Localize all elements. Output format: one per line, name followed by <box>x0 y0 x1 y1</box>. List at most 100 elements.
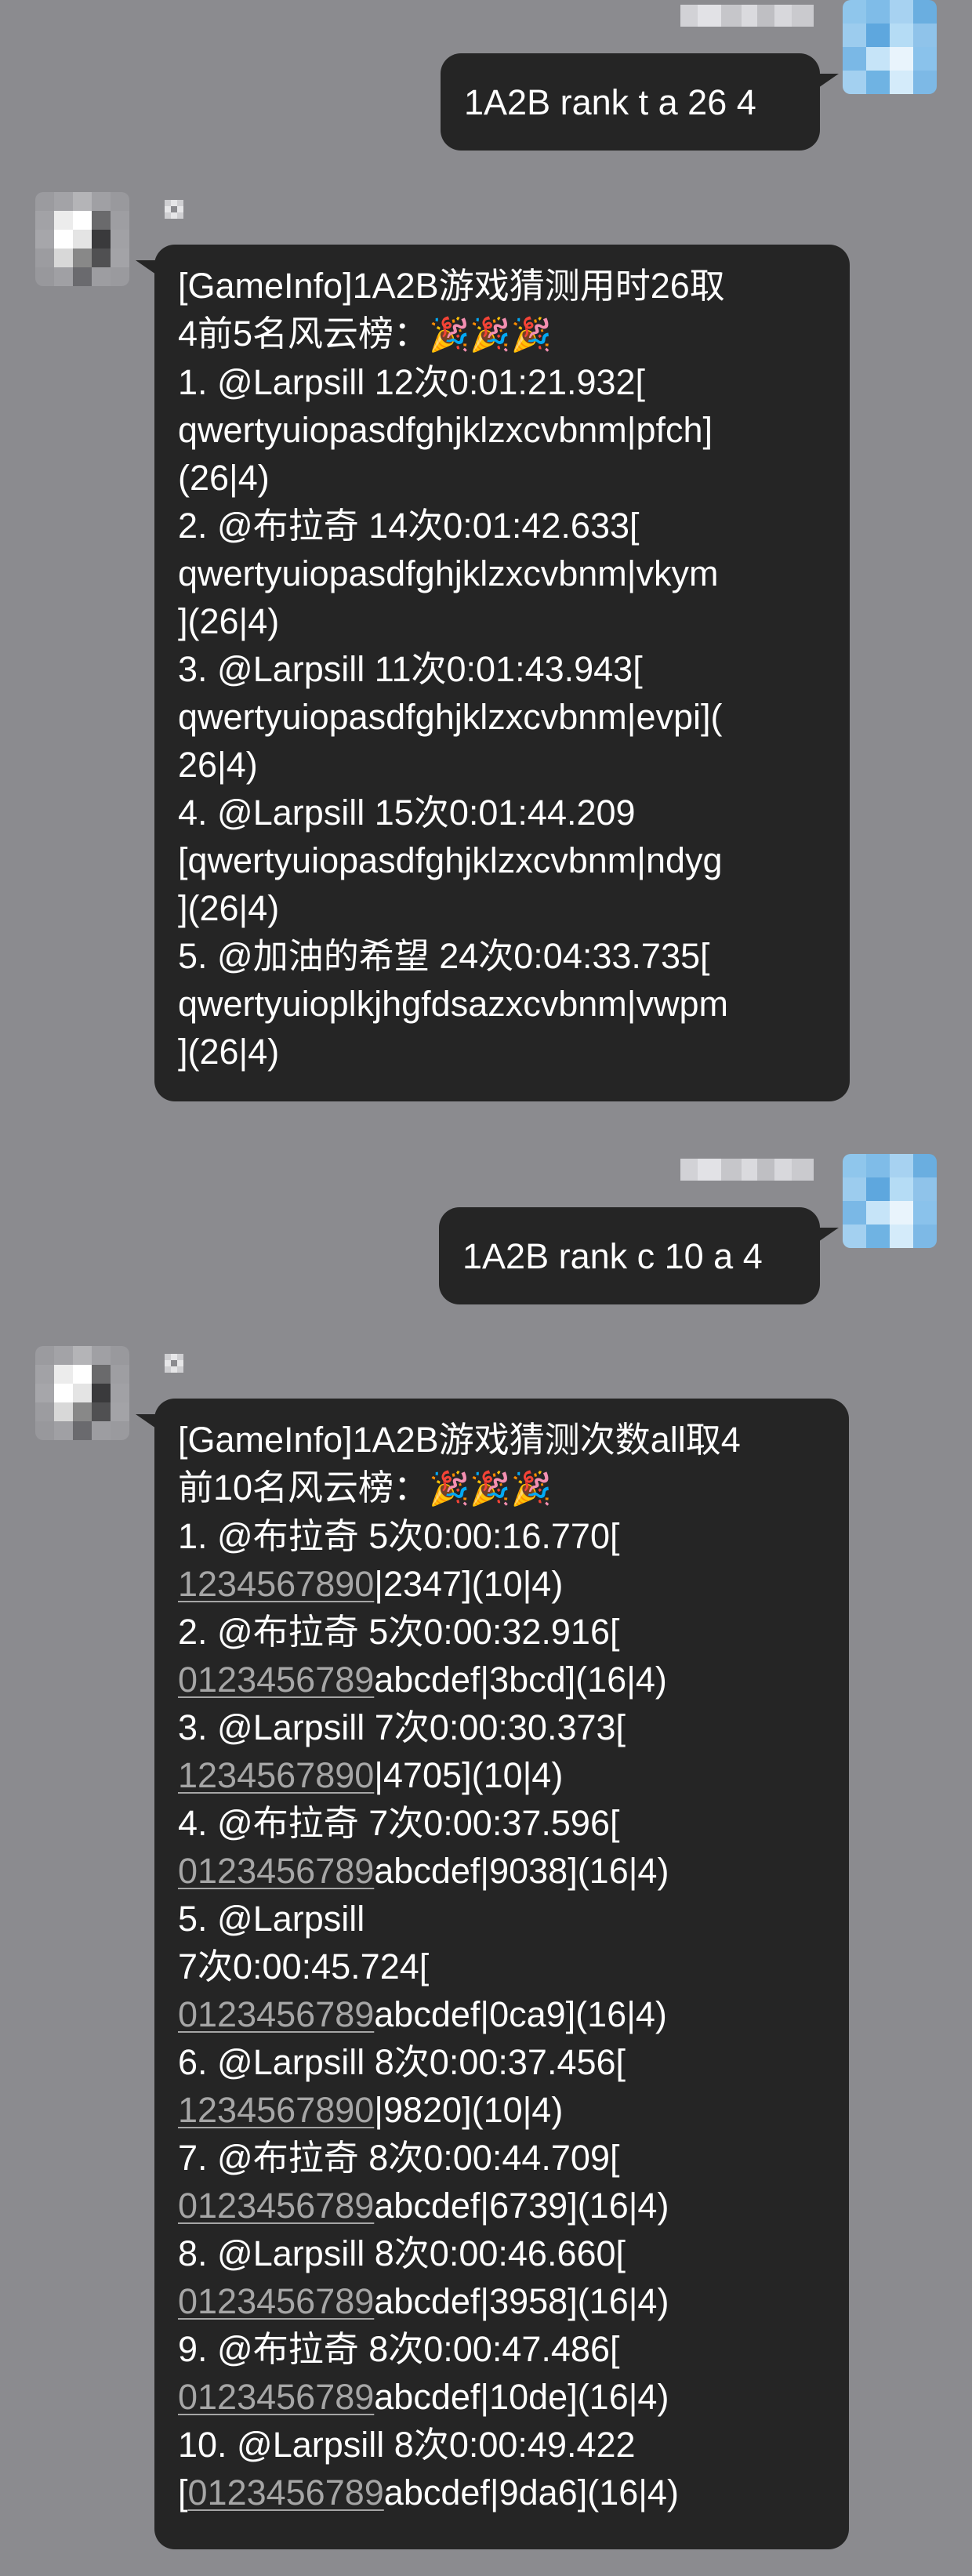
message-line: 0123456789abcdef|6739](16|4) <box>178 2182 825 2230</box>
message-line: 7次0:00:45.724[ <box>178 1943 825 1990</box>
message-line: (26|4) <box>178 454 826 502</box>
number-link[interactable]: 0123456789 <box>178 1660 374 1700</box>
user-avatar[interactable] <box>843 1154 937 1248</box>
message-text: 前10名风云榜： <box>178 1468 430 1508</box>
number-link[interactable]: 0123456789 <box>178 1851 374 1891</box>
message-text: |2347](10|4) <box>374 1564 564 1604</box>
message-line: 9. @布拉奇 8次0:00:47.486[ <box>178 2325 825 2373</box>
message-line: [GameInfo]1A2B游戏猜测用时26取 <box>178 262 826 310</box>
message-line: 0123456789abcdef|3958](16|4) <box>178 2277 825 2325</box>
sender-name-blurred <box>680 5 814 27</box>
message-line: 前10名风云榜：🎉🎉🎉 <box>178 1464 825 1512</box>
message-text: abcdef|9038](16|4) <box>374 1851 669 1891</box>
message-text: abcdef|10de](16|4) <box>374 2377 669 2417</box>
message-text: qwertyuiopasdfghjklzxcvbnm|pfch] <box>178 410 713 450</box>
message-text: [GameInfo]1A2B游戏猜测次数all取4 <box>178 1420 741 1460</box>
message-line: 0123456789abcdef|3bcd](16|4) <box>178 1656 825 1703</box>
number-link[interactable]: 0123456789 <box>178 2377 374 2417</box>
message-bubble-outgoing[interactable]: 1A2B rank t a 26 4 <box>441 53 820 151</box>
message-text: qwertyuiopasdfghjklzxcvbnm|vkym <box>178 553 719 593</box>
message-line: 5. @加油的希望 24次0:04:33.735[ <box>178 932 826 980</box>
message-text: 1A2B rank t a 26 4 <box>464 82 756 122</box>
message-text: 1. @布拉奇 5次0:00:16.770[ <box>178 1516 620 1556</box>
message-line: 4. @布拉奇 7次0:00:37.596[ <box>178 1799 825 1847</box>
message-text: 1A2B rank c 10 a 4 <box>462 1235 763 1276</box>
message-line: 4. @Larpsill 15次0:01:44.209 <box>178 789 826 836</box>
message-text: 7. @布拉奇 8次0:00:44.709[ <box>178 2138 620 2178</box>
message-text: 8. @Larpsill 8次0:00:46.660[ <box>178 2233 626 2273</box>
party-popper-icon: 🎉🎉🎉 <box>429 316 552 353</box>
message-text: ](26|4) <box>178 1032 280 1072</box>
message-text: qwertyuiopasdfghjklzxcvbnm|evpi]( <box>178 697 723 737</box>
message-line: qwertyuioplkjhgfdsazxcvbnm|vwpm <box>178 980 826 1028</box>
message-line: qwertyuiopasdfghjklzxcvbnm|pfch] <box>178 406 826 454</box>
message-line: qwertyuiopasdfghjklzxcvbnm|vkym <box>178 550 826 597</box>
message-text: 4. @布拉奇 7次0:00:37.596[ <box>178 1803 620 1843</box>
message-text: |4705](10|4) <box>374 1755 564 1795</box>
message-line: ](26|4) <box>178 1028 826 1076</box>
number-link[interactable]: 1234567890 <box>178 1564 374 1604</box>
contact-avatar[interactable] <box>35 192 129 286</box>
message-text: 2. @布拉奇 5次0:00:32.916[ <box>178 1612 620 1652</box>
message-line: 26|4) <box>178 741 826 789</box>
message-text: 26|4) <box>178 745 258 785</box>
bubble-tail <box>136 1414 156 1428</box>
sender-name-blurred <box>680 1159 814 1181</box>
message-text: 10. @Larpsill 8次0:00:49.422 <box>178 2425 636 2465</box>
number-link[interactable]: 0123456789 <box>178 2281 374 2321</box>
contact-avatar[interactable] <box>35 1346 129 1440</box>
message-line: 6. @Larpsill 8次0:00:37.456[ <box>178 2038 825 2086</box>
number-link[interactable]: 0123456789 <box>188 2473 384 2513</box>
message-line: 3. @Larpsill 11次0:01:43.943[ <box>178 645 826 693</box>
message-line: 1234567890|9820](10|4) <box>178 2086 825 2134</box>
message-line: 5. @Larpsill <box>178 1895 825 1943</box>
message-line: 0123456789abcdef|10de](16|4) <box>178 2373 825 2421</box>
message-text: abcdef|3958](16|4) <box>374 2281 669 2321</box>
message-line: 1. @布拉奇 5次0:00:16.770[ <box>178 1512 825 1560</box>
party-popper-icon: 🎉🎉🎉 <box>429 1470 552 1507</box>
message-text: abcdef|3bcd](16|4) <box>374 1660 667 1700</box>
bubble-tail <box>818 1228 839 1242</box>
user-avatar[interactable] <box>843 0 937 94</box>
message-line: ](26|4) <box>178 884 826 932</box>
message-line: 1234567890|4705](10|4) <box>178 1751 825 1799</box>
message-text: [GameInfo]1A2B游戏猜测用时26取 <box>178 266 725 306</box>
message-text: 3. @Larpsill 7次0:00:30.373[ <box>178 1707 626 1747</box>
message-line: 2. @布拉奇 5次0:00:32.916[ <box>178 1608 825 1656</box>
message-text: 4前5名风云榜： <box>178 314 430 354</box>
message-bubble-incoming[interactable]: [GameInfo]1A2B游戏猜测用时26取 4前5名风云榜：🎉🎉🎉 1. @La… <box>154 245 850 1101</box>
message-bubble-incoming[interactable]: [GameInfo]1A2B游戏猜测次数all取4 前10名风云榜：🎉🎉🎉 1. @… <box>154 1399 849 2549</box>
message-line: 1234567890|2347](10|4) <box>178 1560 825 1608</box>
message-line: 0123456789abcdef|0ca9](16|4) <box>178 1990 825 2038</box>
message-line: 1. @Larpsill 12次0:01:21.932[ <box>178 358 826 406</box>
message-text: 3. @Larpsill 11次0:01:43.943[ <box>178 649 643 689</box>
message-text: [ <box>178 2473 188 2513</box>
message-text: abcdef|0ca9](16|4) <box>374 1994 667 2034</box>
message-text: 9. @布拉奇 8次0:00:47.486[ <box>178 2329 620 2369</box>
message-text: 5. @Larpsill <box>178 1899 365 1939</box>
number-link[interactable]: 0123456789 <box>178 1994 374 2034</box>
message-text: qwertyuioplkjhgfdsazxcvbnm|vwpm <box>178 984 728 1024</box>
message-line: [0123456789abcdef|9da6](16|4) <box>178 2469 825 2516</box>
message-text: abcdef|6739](16|4) <box>374 2186 669 2226</box>
message-line: 4前5名风云榜：🎉🎉🎉 <box>178 310 826 358</box>
number-link[interactable]: 1234567890 <box>178 2090 374 2130</box>
message-line: ](26|4) <box>178 597 826 645</box>
number-link[interactable]: 1234567890 <box>178 1755 374 1795</box>
message-text: [qwertyuiopasdfghjklzxcvbnm|ndyg <box>178 840 723 880</box>
message-line: [GameInfo]1A2B游戏猜测次数all取4 <box>178 1416 825 1464</box>
message-text: (26|4) <box>178 458 270 498</box>
message-text: ](26|4) <box>178 888 280 928</box>
message-text: 4. @Larpsill 15次0:01:44.209 <box>178 793 636 833</box>
message-line: 8. @Larpsill 8次0:00:46.660[ <box>178 2230 825 2277</box>
message-text: 7次0:00:45.724[ <box>178 1947 430 1986</box>
message-line: 3. @Larpsill 7次0:00:30.373[ <box>178 1703 825 1751</box>
message-line: 7. @布拉奇 8次0:00:44.709[ <box>178 2134 825 2182</box>
number-link[interactable]: 0123456789 <box>178 2186 374 2226</box>
bubble-tail <box>818 74 839 88</box>
status-icon <box>165 200 183 219</box>
message-line: 0123456789abcdef|9038](16|4) <box>178 1847 825 1895</box>
message-bubble-outgoing[interactable]: 1A2B rank c 10 a 4 <box>439 1207 820 1304</box>
message-text: abcdef|9da6](16|4) <box>383 2473 679 2513</box>
message-line: [qwertyuiopasdfghjklzxcvbnm|ndyg <box>178 836 826 884</box>
